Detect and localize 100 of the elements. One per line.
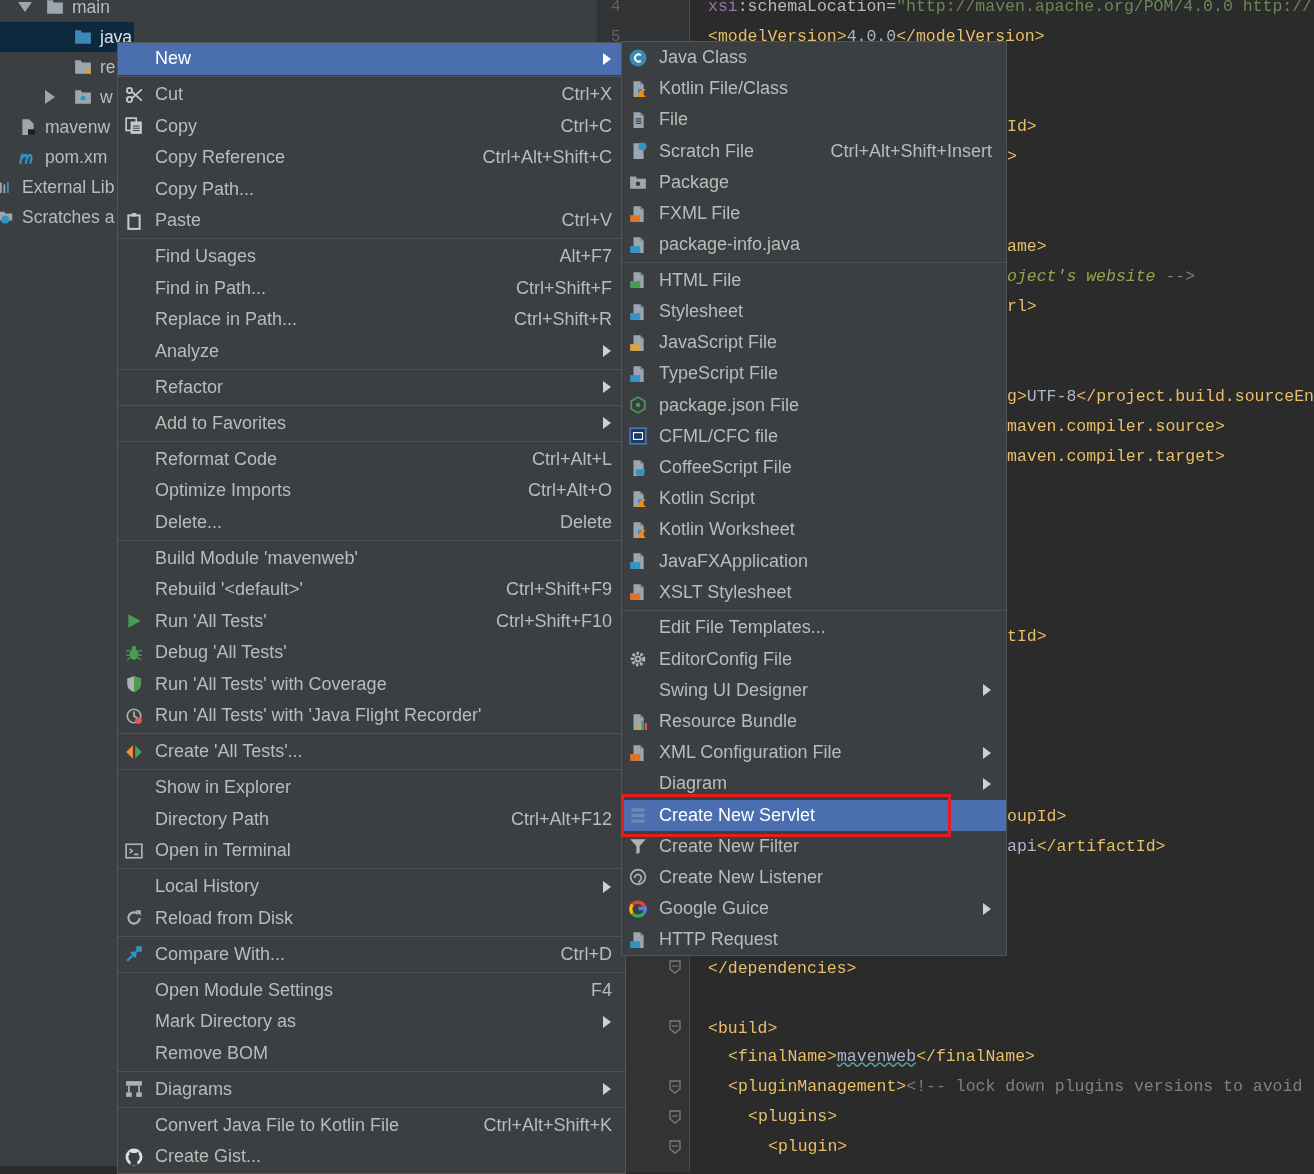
menu-item[interactable]: Find in Path... Ctrl+Shift+F bbox=[118, 272, 625, 304]
menu-item[interactable]: Package bbox=[622, 166, 1006, 198]
menu-item[interactable]: Run 'All Tests' Ctrl+Shift+F10 bbox=[118, 605, 625, 637]
tree-item[interactable]: main bbox=[0, 0, 112, 22]
menu-item[interactable]: Scratch File Ctrl+Alt+Shift+Insert bbox=[622, 135, 1006, 167]
menu-item[interactable]: JavaFXApplication bbox=[622, 545, 1006, 577]
tree-item[interactable]: mavenw bbox=[0, 112, 113, 142]
menu-item[interactable]: Kotlin File/Class bbox=[622, 73, 1006, 105]
file-icon bbox=[629, 583, 647, 602]
menu-item[interactable]: Run 'All Tests' with 'Java Flight Recorder' bbox=[118, 700, 625, 732]
menu-item[interactable]: Refactor bbox=[118, 371, 625, 403]
menu-item[interactable]: Compare With... Ctrl+D bbox=[118, 938, 625, 970]
menu-item[interactable]: Remove BOM bbox=[118, 1037, 625, 1069]
shortcut-text: Ctrl+Shift+F10 bbox=[495, 609, 612, 633]
menu-item[interactable]: Open in Terminal bbox=[118, 835, 625, 867]
fold-marker-icon[interactable] bbox=[669, 1080, 681, 1094]
menu-item[interactable]: CoffeeScript File bbox=[622, 451, 1006, 484]
menu-item[interactable]: Cut Ctrl+X bbox=[118, 79, 625, 111]
submenu-arrow-icon bbox=[982, 745, 992, 760]
tree-item[interactable]: w bbox=[0, 82, 115, 112]
terminal-icon bbox=[125, 841, 143, 860]
menu-item[interactable]: Google Guice bbox=[622, 893, 1006, 925]
menu-item[interactable]: Delete... Delete bbox=[118, 506, 625, 538]
fold-marker-icon[interactable] bbox=[669, 1140, 681, 1154]
menu-item[interactable]: Kotlin Worksheet bbox=[622, 514, 1006, 546]
menu-item[interactable]: package.json File bbox=[622, 389, 1006, 421]
tree-item[interactable]: re bbox=[0, 52, 118, 82]
file-icon bbox=[629, 364, 647, 383]
menu-item[interactable]: Local History bbox=[118, 871, 625, 903]
menu-item[interactable]: HTML File bbox=[622, 264, 1006, 296]
menu-item[interactable]: Debug 'All Tests' bbox=[118, 637, 625, 669]
menu-item[interactable]: Swing UI Designer bbox=[622, 674, 1006, 706]
menu-item[interactable]: XML Configuration File bbox=[622, 737, 1006, 769]
menu-item[interactable]: JavaScript File bbox=[622, 327, 1006, 359]
menu-item[interactable]: Copy Reference Ctrl+Alt+Shift+C bbox=[118, 142, 625, 174]
menu-item[interactable]: TypeScript File bbox=[622, 358, 1006, 390]
fold-marker-icon[interactable] bbox=[669, 1110, 681, 1124]
menu-item[interactable]: Diagrams bbox=[118, 1073, 625, 1105]
menu-item[interactable]: Reload from Disk bbox=[118, 902, 625, 934]
submenu-arrow-icon bbox=[982, 776, 992, 791]
tree-item[interactable]: External Lib bbox=[0, 172, 117, 202]
menu-item[interactable]: EditorConfig File bbox=[622, 643, 1006, 675]
shortcut-text: Ctrl+Shift+F bbox=[515, 276, 612, 300]
menu-item[interactable]: Reformat Code Ctrl+Alt+L bbox=[118, 443, 625, 475]
copy-icon bbox=[125, 117, 143, 136]
submenu-arrow-icon bbox=[982, 683, 992, 698]
menu-item[interactable]: Stylesheet bbox=[622, 296, 1006, 328]
code-line: <pluginManagement><!-- lock down plugins versions to avoid bbox=[728, 1075, 1303, 1098]
menu-item[interactable]: Convert Java File to Kotlin File Ctrl+Alt+Shift+K bbox=[118, 1109, 625, 1141]
play-icon bbox=[125, 612, 143, 631]
menu-item[interactable]: Create New Listener bbox=[622, 861, 1006, 894]
menu-item[interactable]: Create 'All Tests'... bbox=[118, 736, 625, 768]
menu-item[interactable]: Rebuild '<default>' Ctrl+Shift+F9 bbox=[118, 574, 625, 606]
folder-icon bbox=[74, 88, 92, 106]
menu-item[interactable]: Analyze bbox=[118, 335, 625, 367]
file-icon bbox=[629, 930, 647, 949]
menu-item[interactable]: Find Usages Alt+F7 bbox=[118, 241, 625, 273]
menu-item[interactable]: Create New Servlet bbox=[622, 799, 1006, 831]
menu-item[interactable]: Build Module 'mavenweb' bbox=[118, 542, 625, 574]
menu-item[interactable]: Open Module Settings F4 bbox=[118, 974, 625, 1006]
menu-item[interactable]: Paste Ctrl+V bbox=[118, 205, 625, 237]
menu-item[interactable]: package-info.java bbox=[622, 229, 1006, 261]
menu-item[interactable]: Run 'All Tests' with Coverage bbox=[118, 668, 625, 700]
file-icon bbox=[629, 743, 647, 762]
diagram-icon bbox=[125, 1080, 143, 1099]
fold-marker-icon[interactable] bbox=[669, 1020, 681, 1034]
round-logo-icon bbox=[125, 1147, 143, 1166]
shortcut-text: Ctrl+Alt+Shift+K bbox=[483, 1113, 612, 1137]
menu-item[interactable]: Show in Explorer bbox=[118, 772, 625, 804]
file-icon bbox=[19, 118, 37, 136]
shield-icon bbox=[125, 675, 143, 694]
clock-icon bbox=[125, 706, 143, 725]
menu-item[interactable]: Copy Ctrl+C bbox=[118, 110, 625, 142]
menu-item[interactable]: CFML/CFC file bbox=[622, 420, 1006, 452]
menu-item[interactable]: Copy Path... bbox=[118, 173, 625, 205]
code-line: Id> bbox=[1007, 115, 1037, 138]
file-icon bbox=[629, 235, 647, 254]
fold-marker-icon[interactable] bbox=[669, 960, 681, 974]
menu-item[interactable]: Resource Bundle bbox=[622, 705, 1006, 738]
menu-item[interactable]: XSLT Stylesheet bbox=[622, 576, 1006, 608]
menu-item[interactable]: File bbox=[622, 104, 1006, 136]
code-line: maven.compiler.target> bbox=[1007, 445, 1225, 468]
tree-item[interactable]: Scratches a bbox=[0, 202, 117, 232]
code-line: <build> bbox=[708, 1018, 778, 1041]
menu-item[interactable]: FXML File bbox=[622, 197, 1006, 230]
tree-item[interactable]: pom.xm bbox=[0, 142, 110, 172]
menu-item[interactable]: Create New Filter bbox=[622, 830, 1006, 862]
menu-item[interactable]: Directory Path Ctrl+Alt+F12 bbox=[118, 803, 625, 835]
menu-item[interactable]: Optimize Imports Ctrl+Alt+O bbox=[118, 475, 625, 507]
list-icon bbox=[629, 806, 647, 825]
menu-item[interactable]: Add to Favorites bbox=[118, 407, 625, 439]
menu-item[interactable]: Edit File Templates... bbox=[622, 612, 1006, 644]
menu-item[interactable]: HTTP Request bbox=[622, 924, 1006, 956]
menu-item[interactable]: Replace in Path... Ctrl+Shift+R bbox=[118, 304, 625, 336]
menu-item[interactable]: Mark Directory as bbox=[118, 1006, 625, 1038]
file-icon bbox=[629, 204, 647, 223]
code-line: <finalName>mavenweb</finalName> bbox=[728, 1045, 1035, 1068]
square-icon bbox=[629, 427, 647, 446]
menu-item[interactable]: Create Gist... bbox=[118, 1141, 625, 1173]
menu-item[interactable]: Kotlin Script bbox=[622, 483, 1006, 515]
